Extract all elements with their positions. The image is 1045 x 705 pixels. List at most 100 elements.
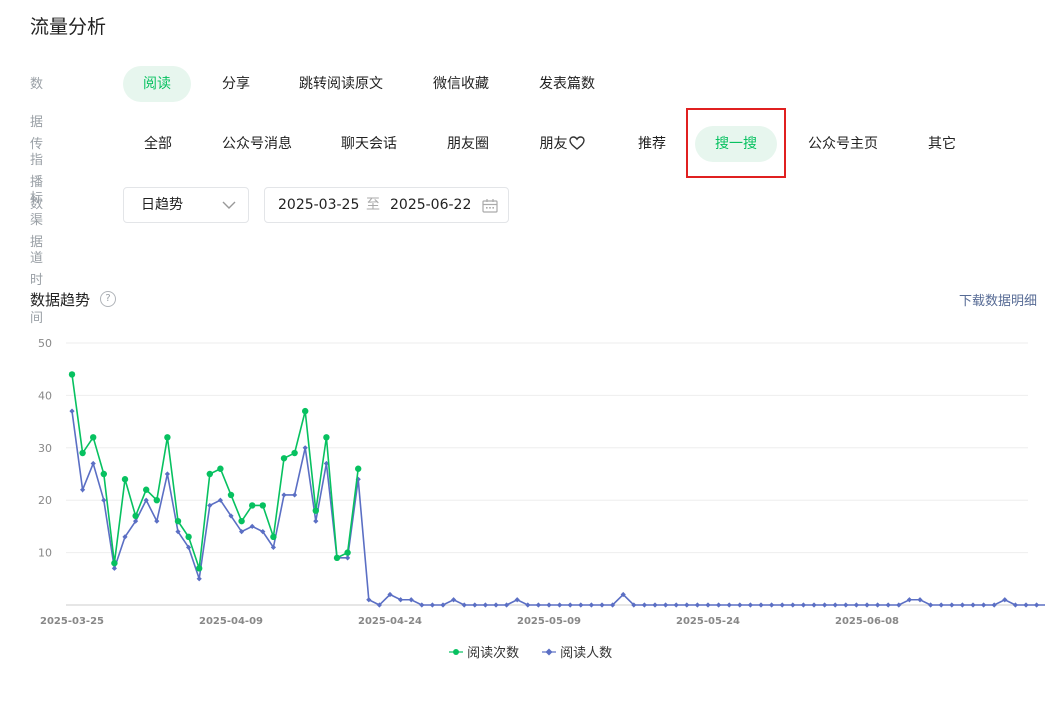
data-point-readers [811, 602, 817, 608]
data-point-reads [206, 470, 213, 478]
data-point-reads [174, 517, 182, 525]
data-point-readers [313, 518, 319, 524]
calendar-icon[interactable] [482, 198, 498, 213]
data-point-readers [514, 597, 520, 603]
metric-option-share[interactable]: 分享 [204, 66, 268, 102]
data-point-readers [991, 602, 997, 608]
download-detail-link[interactable]: 下载数据明细 [959, 290, 1037, 309]
metric-option-read-original[interactable]: 跳转阅读原文 [288, 66, 394, 102]
data-point-reads [238, 517, 245, 525]
data-point-readers [101, 497, 107, 503]
data-point-reads [355, 465, 362, 472]
data-point-reads [312, 507, 319, 514]
data-point-readers [641, 602, 647, 608]
x-tick-label: 2025-05-24 [676, 616, 740, 627]
data-point-readers [567, 602, 573, 608]
data-point-readers [747, 602, 753, 608]
data-point-readers [1023, 602, 1029, 608]
start-date[interactable]: 2025-03-25 [278, 188, 359, 222]
channel-option-recommend[interactable]: 推荐 [626, 126, 678, 162]
metric-option-read[interactable]: 阅读 [123, 66, 191, 102]
data-point-readers [451, 597, 457, 603]
data-point-readers [705, 602, 711, 608]
metric-option-favorite[interactable]: 微信收藏 [422, 66, 500, 102]
data-point-readers [822, 602, 828, 608]
data-point-readers [843, 602, 849, 608]
date-range-picker[interactable]: 2025-03-25 至 2025-06-22 [264, 187, 509, 223]
data-point-readers [80, 487, 86, 493]
legend-reads-marker [449, 649, 463, 655]
channel-option-friends[interactable]: 朋友 [530, 126, 594, 162]
data-point-readers [959, 602, 965, 608]
channel-option-friends-label: 朋友 [539, 136, 568, 152]
channel-option-moments[interactable]: 朋友圈 [436, 126, 500, 162]
data-point-readers [588, 602, 594, 608]
data-point-reads [121, 476, 129, 483]
data-point-readers [769, 602, 775, 608]
data-point-readers [737, 602, 743, 608]
legend-item-readers[interactable]: 阅读人数 [542, 644, 612, 664]
data-point-readers [928, 602, 934, 608]
date-separator: 至 [366, 197, 380, 213]
data-point-reads [143, 486, 150, 493]
channel-option-other[interactable]: 其它 [916, 126, 968, 162]
data-point-readers [716, 602, 722, 608]
y-tick-label: 20 [38, 494, 52, 507]
data-point-reads [132, 512, 139, 520]
data-point-readers [90, 460, 96, 467]
data-point-reads [90, 434, 97, 441]
help-icon[interactable]: ? [100, 291, 116, 307]
data-point-readers [472, 602, 478, 608]
data-point-readers [196, 576, 202, 582]
x-tick-label: 2025-03-25 [40, 616, 104, 627]
channel-option-message[interactable]: 公众号消息 [210, 126, 304, 162]
data-point-reads [185, 533, 192, 541]
data-point-readers [663, 602, 669, 608]
data-point-readers [853, 602, 859, 608]
data-point-readers [398, 597, 404, 603]
data-point-readers [1002, 597, 1008, 603]
legend-readers-marker [542, 648, 556, 656]
y-tick-label: 50 [38, 337, 52, 350]
data-point-readers [864, 602, 870, 608]
data-point-readers [482, 602, 488, 608]
data-point-readers [207, 502, 213, 509]
chevron-down-icon [222, 201, 236, 209]
x-tick-label: 2025-05-09 [517, 616, 581, 627]
data-point-readers [154, 518, 160, 524]
x-tick-label: 2025-04-09 [199, 616, 263, 627]
end-date[interactable]: 2025-06-22 [390, 188, 471, 222]
data-point-readers [832, 602, 838, 608]
data-point-readers [652, 602, 658, 608]
data-point-reads [270, 533, 277, 541]
data-point-reads [153, 497, 160, 504]
data-point-reads [196, 565, 203, 572]
data-point-readers [111, 565, 117, 571]
y-tick-label: 10 [38, 547, 52, 560]
data-point-reads [259, 502, 266, 509]
granularity-select[interactable]: 日趋势 [123, 187, 249, 223]
data-point-readers [673, 602, 679, 608]
data-point-readers [525, 602, 531, 608]
data-point-readers [535, 602, 541, 608]
data-point-readers [726, 602, 732, 608]
granularity-value: 日趋势 [141, 197, 183, 213]
channel-option-all[interactable]: 全部 [132, 126, 184, 162]
data-point-readers [917, 597, 923, 603]
data-point-reads [227, 491, 235, 499]
data-point-readers [800, 602, 806, 608]
data-point-reads [249, 502, 256, 509]
metric-option-posts[interactable]: 发表篇数 [528, 66, 606, 102]
channel-option-homepage[interactable]: 公众号主页 [796, 126, 890, 162]
data-point-readers [1034, 602, 1040, 608]
channel-option-chat[interactable]: 聊天会话 [330, 126, 408, 162]
legend-item-reads[interactable]: 阅读次数 [449, 644, 519, 664]
x-tick-label: 2025-04-24 [358, 616, 422, 627]
data-point-readers [440, 602, 446, 608]
data-point-readers [292, 492, 298, 498]
data-point-readers [164, 471, 170, 477]
data-point-readers [302, 445, 308, 451]
page-title: 流量分析 [30, 16, 107, 38]
data-point-reads [164, 434, 171, 441]
data-point-readers [345, 555, 351, 561]
